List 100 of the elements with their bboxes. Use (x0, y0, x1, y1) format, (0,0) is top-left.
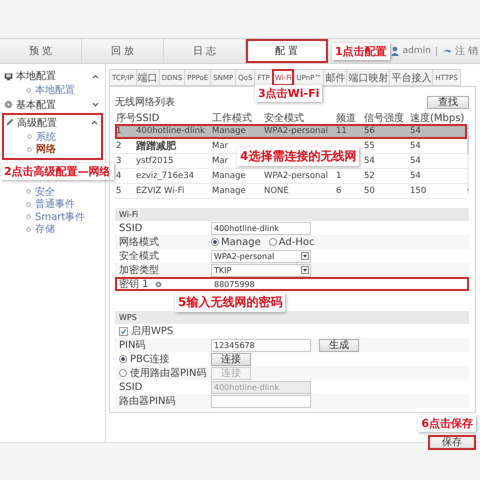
callout: 4选择需连接的无线网 (237, 147, 360, 166)
radio-button[interactable] (119, 355, 127, 363)
table-cell: 50 (364, 186, 375, 196)
username: admin (402, 46, 431, 56)
dropdown-arrow-icon (301, 252, 309, 260)
table-row[interactable]: 5 EZVIZ Wi-Fi Manage NONE 6 50 150 (115, 184, 467, 199)
sidebar-item[interactable]: 存储 (35, 222, 55, 236)
logout-link[interactable]: 注 销 (454, 44, 478, 58)
table-cell: 52 (364, 171, 375, 181)
callout: 3点击Wi-Fi (255, 85, 322, 102)
bullet-icon (26, 226, 31, 232)
scrollbar[interactable] (467, 124, 469, 194)
sidebar-item[interactable]: 本地配置 (35, 83, 75, 98)
section-title: Wi-Fi (119, 210, 138, 219)
field-label: SSID (119, 382, 144, 392)
field-label: SSID (119, 222, 142, 234)
radio-label: 使用路由器PIN码 (130, 366, 206, 380)
table-cell: 54 (410, 171, 421, 181)
radio-label: Manage (221, 236, 261, 248)
table-cell: 54 (410, 156, 421, 166)
dropdown-arrow-icon (301, 266, 309, 274)
sidebar-group[interactable]: 本地配置 (16, 69, 56, 83)
nav-tab[interactable]: 回 放 (82, 39, 164, 63)
table-cell: Mar (212, 156, 228, 166)
radio-label: Ad-Hoc (278, 236, 314, 248)
callout: 5输入无线网的密码 (175, 293, 286, 312)
sidebar-item[interactable]: 网络 (36, 142, 56, 156)
column-header: 速度(Mbps) (409, 112, 466, 125)
table-cell: ystf2015 (136, 156, 174, 166)
table-cell: 4 (116, 171, 122, 181)
bullet-icon (26, 189, 31, 194)
input-field[interactable] (211, 394, 311, 408)
table-cell: 2 (116, 141, 122, 151)
info-icon[interactable] (154, 280, 162, 288)
radio-button[interactable] (268, 238, 277, 246)
settings-tab[interactable]: 平台接入 (389, 69, 432, 86)
sidebar-item[interactable]: 安全 (35, 184, 55, 199)
settings-tab[interactable]: 端口映射 (346, 69, 390, 86)
input-field[interactable]: 400hotline-dlink (211, 222, 311, 234)
dropdown[interactable]: TKIP (211, 264, 311, 276)
table-row[interactable]: 4 ezviz_716e34 Manage WPA2-personal 1 52 54 (115, 169, 467, 184)
table-cell: 6 (336, 186, 342, 196)
table-cell: 11 (336, 126, 347, 136)
sidebar-item[interactable]: Smart事件 (35, 210, 86, 224)
field-label: 路由器PIN码 (119, 394, 176, 408)
chevron-up-icon[interactable] (91, 120, 98, 125)
sidebar-group[interactable]: 基本配置 (16, 98, 56, 112)
table-cell: Manage (212, 126, 246, 136)
table-cell: 54 (410, 126, 421, 136)
table-cell: Manage (212, 171, 246, 181)
column-header: 频道 (335, 112, 357, 125)
table-cell: WPA2-personal (264, 126, 328, 136)
column-header: 工作模式 (211, 112, 253, 125)
table-cell: 1 (336, 171, 342, 181)
pencil-icon (5, 118, 14, 127)
sidebar-group[interactable]: 高级配置 (17, 116, 57, 130)
table-cell: 150 (410, 186, 426, 196)
generate-button[interactable]: 生成 (319, 338, 359, 352)
table-cell: Mar (212, 141, 228, 151)
table-cell: 蹭蹭减肥 (136, 141, 176, 152)
password-field[interactable]: 88075998 (211, 278, 311, 290)
field-label: 密钥 1 (119, 278, 149, 291)
chevron-down-icon[interactable] (92, 102, 99, 107)
radio-label: PBC连接 (130, 352, 170, 366)
table-cell: 56 (364, 126, 375, 136)
bullet-icon (27, 146, 32, 152)
chevron-up-icon[interactable] (92, 74, 99, 78)
sidebar-item[interactable]: 普通事件 (35, 197, 75, 212)
field-label: 加密类型 (119, 264, 159, 277)
connect-button[interactable]: 连接 (211, 352, 251, 366)
save-button[interactable]: 保存 (428, 435, 476, 450)
sidebar-item[interactable]: 系统 (36, 130, 56, 144)
nav-tab[interactable]: 预 览 (0, 39, 82, 63)
settings-tab[interactable]: 邮件 (323, 69, 346, 86)
table-cell: NONE (264, 186, 289, 196)
checkbox[interactable] (119, 326, 128, 336)
bullet-icon (26, 202, 31, 207)
settings-tab[interactable]: 端口 (136, 69, 159, 86)
column-header: 序号 (115, 112, 135, 125)
search-button[interactable]: 查找 (427, 96, 469, 108)
radio-button[interactable] (211, 238, 219, 246)
nav-tab[interactable]: 配 置 (246, 39, 328, 63)
table-cell: Manage (212, 186, 246, 196)
table-cell: 3 (116, 156, 122, 166)
user-icon (390, 46, 400, 56)
callout: 6点击保存 (418, 415, 476, 432)
section-title: WPS (119, 313, 137, 322)
dropdown[interactable]: WPA2-personal (211, 250, 311, 262)
field-label: 网络模式 (119, 236, 159, 249)
table-cell: 55 (364, 141, 375, 151)
callout: 2点击高级配置—网络 (1, 162, 114, 180)
column-header: 安全模式 (263, 112, 305, 125)
table-cell: 54 (410, 141, 421, 151)
column-header: 信号强度 (363, 112, 405, 125)
field-label: 安全模式 (119, 250, 159, 263)
section-title: 无线网络列表 (115, 96, 175, 109)
input-field[interactable]: 12345678 (211, 338, 311, 352)
table-row[interactable]: 1 400hotline-dlink Manage WPA2-personal 11 56 54 (115, 124, 467, 139)
callout: 1点击配置 (332, 42, 390, 60)
monitor-icon (4, 72, 13, 80)
